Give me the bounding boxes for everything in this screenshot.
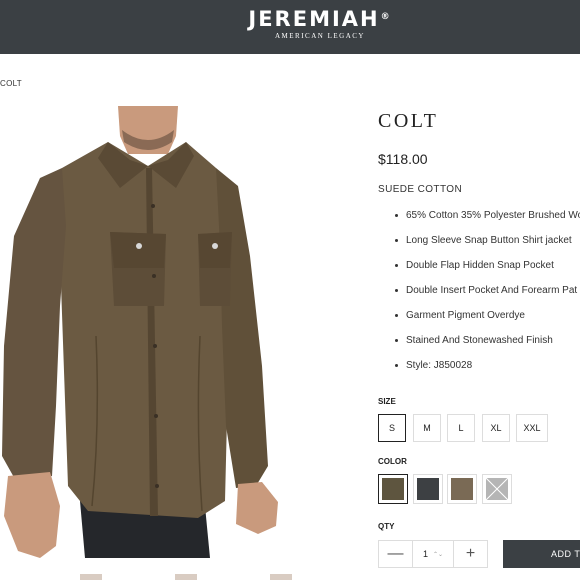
feature-item: Garment Pigment Overdye bbox=[394, 306, 580, 331]
size-option-xxl[interactable]: XXL bbox=[516, 414, 548, 442]
swatch-fill bbox=[451, 478, 473, 500]
color-swatch-charcoal[interactable] bbox=[413, 474, 443, 504]
color-swatch-brown[interactable] bbox=[447, 474, 477, 504]
size-option-l[interactable]: L bbox=[447, 414, 475, 442]
quantity-value: 1 bbox=[422, 549, 428, 559]
product-photo[interactable] bbox=[0, 106, 350, 558]
logo-tagline: AMERICAN LEGACY bbox=[275, 32, 365, 40]
feature-item: 65% Cotton 35% Polyester Brushed Wo bbox=[394, 206, 580, 231]
product-price: $118.00 bbox=[378, 151, 428, 167]
quantity-label: QTY bbox=[378, 522, 395, 531]
thumbnail-2[interactable] bbox=[175, 574, 197, 580]
feature-item: Stained And Stonewashed Finish bbox=[394, 331, 580, 356]
model-wearing-shirt-photo bbox=[0, 106, 350, 558]
unavailable-cross-icon bbox=[485, 477, 509, 501]
feature-item: Style: J850028 bbox=[394, 356, 580, 381]
swatch-fill bbox=[382, 478, 404, 500]
brand-logo[interactable]: JEREMIAH® AMERICAN LEGACY bbox=[0, 6, 580, 40]
size-option-m[interactable]: M bbox=[413, 414, 441, 442]
quantity-plus-button[interactable]: + bbox=[453, 541, 487, 567]
size-label: SIZE bbox=[378, 397, 396, 406]
size-option-s[interactable]: S bbox=[378, 414, 406, 442]
logo-text: JEREMIAH bbox=[248, 7, 380, 31]
feature-item: Double Insert Pocket And Forearm Pat bbox=[394, 281, 580, 306]
quantity-minus-button[interactable]: — bbox=[379, 541, 413, 567]
feature-item: Double Flap Hidden Snap Pocket bbox=[394, 256, 580, 281]
add-to-cart-button[interactable]: ADD TO bbox=[503, 540, 580, 568]
color-label: COLOR bbox=[378, 457, 407, 466]
size-option-xl[interactable]: XL bbox=[482, 414, 510, 442]
site-header: JEREMIAH® AMERICAN LEGACY bbox=[0, 0, 580, 54]
thumbnail-strip bbox=[0, 574, 350, 580]
feature-item: Long Sleeve Snap Button Shirt jacket bbox=[394, 231, 580, 256]
swatch-fill bbox=[417, 478, 439, 500]
quantity-input[interactable]: 1 ⌃⌄ bbox=[413, 541, 453, 567]
color-swatch-olive[interactable] bbox=[378, 474, 408, 504]
breadcrumb[interactable]: COLT bbox=[0, 79, 22, 88]
thumbnail-1[interactable] bbox=[80, 574, 102, 580]
quantity-stepper: — 1 ⌃⌄ + bbox=[378, 540, 488, 568]
product-title: COLT bbox=[378, 110, 439, 132]
registered-mark: ® bbox=[380, 12, 392, 22]
color-swatch-unavailable[interactable] bbox=[482, 474, 512, 504]
product-subtitle: SUEDE COTTON bbox=[378, 184, 463, 195]
spinner-icon: ⌃⌄ bbox=[432, 551, 444, 558]
thumbnail-3[interactable] bbox=[270, 574, 292, 580]
feature-list: 65% Cotton 35% Polyester Brushed Wo Long… bbox=[394, 206, 580, 381]
